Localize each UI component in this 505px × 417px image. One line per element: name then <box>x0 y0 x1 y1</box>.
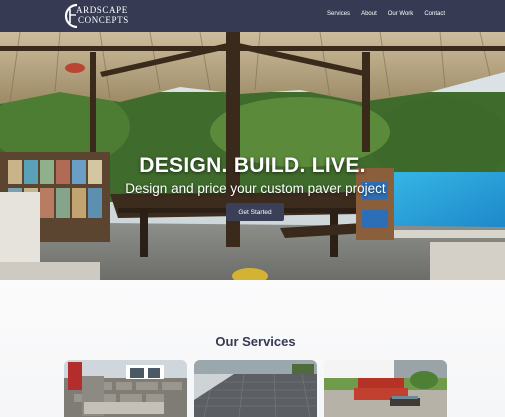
hero-title: DESIGN. BUILD. LIVE. <box>139 154 366 177</box>
hero-subtitle: Design and price your custom paver proje… <box>125 181 386 196</box>
logo-text-line2: CONCEPTS <box>78 15 129 25</box>
nav-link-our-work[interactable]: Our Work <box>388 11 414 17</box>
nav-link-services[interactable]: Services <box>327 11 350 17</box>
service-card-stone-wall[interactable] <box>64 360 187 417</box>
nav-link-about[interactable]: About <box>361 11 377 17</box>
services-heading: Our Services <box>215 334 296 349</box>
logo-text-line1: ARDSCAPE <box>76 5 128 15</box>
nav-link-contact[interactable]: Contact <box>424 11 445 17</box>
hero-section: DESIGN. BUILD. LIVE. Design and price yo… <box>0 32 505 280</box>
get-started-button[interactable]: Get Started <box>226 203 284 221</box>
stone-wall-photo-icon <box>64 360 187 417</box>
paver-driveway-photo-icon <box>194 360 317 417</box>
service-card-patio[interactable] <box>324 360 447 417</box>
top-navbar: ARDSCAPE CONCEPTS Services About Our Wor… <box>0 0 505 32</box>
main-nav: Services About Our Work Contact <box>316 11 445 17</box>
service-card-pavers[interactable] <box>194 360 317 417</box>
patio-furniture-photo-icon <box>324 360 447 417</box>
brand-logo[interactable]: ARDSCAPE CONCEPTS <box>64 3 130 29</box>
